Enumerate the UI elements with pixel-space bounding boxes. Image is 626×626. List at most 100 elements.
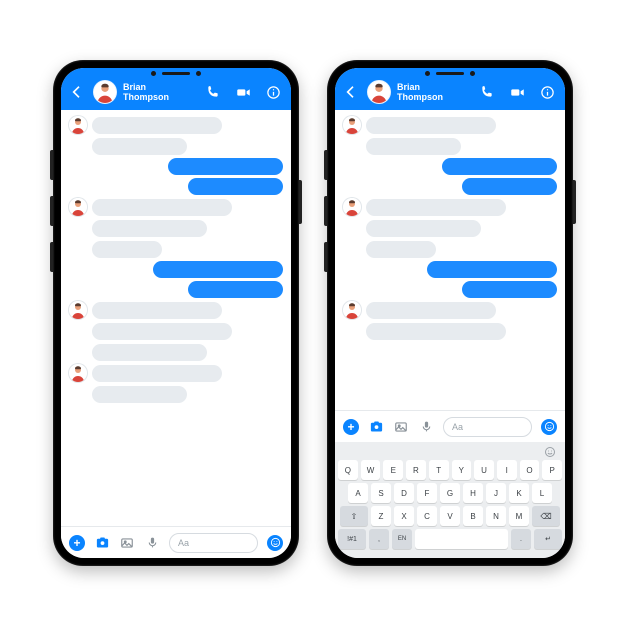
enter-key[interactable]: ↵ xyxy=(534,529,562,549)
back-button[interactable] xyxy=(67,82,87,102)
key-k[interactable]: K xyxy=(509,483,529,503)
key-t[interactable]: T xyxy=(429,460,449,480)
message-avatar[interactable] xyxy=(343,198,361,216)
message-bubble[interactable] xyxy=(427,261,557,278)
message-avatar[interactable] xyxy=(69,116,87,134)
contact-last-name: Thompson xyxy=(123,93,196,102)
key-v[interactable]: V xyxy=(440,506,460,526)
message-bubble[interactable] xyxy=(366,199,506,216)
message-bubble[interactable] xyxy=(366,323,506,340)
add-button[interactable]: + xyxy=(343,419,359,435)
key-r[interactable]: R xyxy=(406,460,426,480)
message-bubble[interactable] xyxy=(168,158,283,175)
message-input[interactable]: Aa xyxy=(443,417,532,437)
message-bubble[interactable] xyxy=(92,386,187,403)
key-j[interactable]: J xyxy=(486,483,506,503)
key-b[interactable]: B xyxy=(463,506,483,526)
contact-avatar[interactable] xyxy=(368,81,390,103)
message-bubble[interactable] xyxy=(366,117,496,134)
key-g[interactable]: G xyxy=(440,483,460,503)
key-a[interactable]: A xyxy=(348,483,368,503)
key-u[interactable]: U xyxy=(474,460,494,480)
shift-key[interactable]: ⇧ xyxy=(340,506,368,526)
chat-thread[interactable] xyxy=(61,110,291,526)
space-key[interactable] xyxy=(415,529,508,549)
key-m[interactable]: M xyxy=(509,506,529,526)
incoming-message-row xyxy=(343,137,557,155)
message-avatar[interactable] xyxy=(69,301,87,319)
emoji-button[interactable] xyxy=(541,419,557,435)
message-bubble[interactable] xyxy=(92,117,222,134)
contact-first-name: Brian xyxy=(397,83,470,92)
info-button[interactable] xyxy=(537,82,557,102)
message-bubble[interactable] xyxy=(366,138,461,155)
info-button[interactable] xyxy=(263,82,283,102)
key-p[interactable]: P xyxy=(542,460,562,480)
key-o[interactable]: O xyxy=(520,460,540,480)
sensor-cluster xyxy=(151,71,201,76)
arrow-left-icon xyxy=(69,84,85,100)
message-bubble[interactable] xyxy=(92,138,187,155)
key-s[interactable]: S xyxy=(371,483,391,503)
message-bubble[interactable] xyxy=(92,241,162,258)
message-bubble[interactable] xyxy=(92,199,232,216)
message-bubble[interactable] xyxy=(92,323,232,340)
message-avatar[interactable] xyxy=(69,364,87,382)
voice-message-button[interactable] xyxy=(144,535,160,551)
video-call-button[interactable] xyxy=(233,82,253,102)
message-bubble[interactable] xyxy=(366,241,436,258)
message-bubble[interactable] xyxy=(188,178,283,195)
message-bubble[interactable] xyxy=(366,302,496,319)
message-bubble[interactable] xyxy=(92,365,222,382)
message-avatar[interactable] xyxy=(343,301,361,319)
key-f[interactable]: F xyxy=(417,483,437,503)
language-key[interactable]: EN xyxy=(392,529,412,549)
key-n[interactable]: N xyxy=(486,506,506,526)
message-bubble[interactable] xyxy=(442,158,557,175)
message-bubble[interactable] xyxy=(92,344,207,361)
message-avatar[interactable] xyxy=(343,116,361,134)
video-call-button[interactable] xyxy=(507,82,527,102)
message-bubble[interactable] xyxy=(462,281,557,298)
backspace-key[interactable]: ⌫ xyxy=(532,506,560,526)
key-y[interactable]: Y xyxy=(452,460,472,480)
camera-button[interactable] xyxy=(94,535,110,551)
key-c[interactable]: C xyxy=(417,506,437,526)
emoji-button[interactable] xyxy=(267,535,283,551)
camera-button[interactable] xyxy=(368,419,384,435)
key-i[interactable]: I xyxy=(497,460,517,480)
contact-name[interactable]: Brian Thompson xyxy=(397,83,470,102)
voice-message-button[interactable] xyxy=(418,419,434,435)
message-bubble[interactable] xyxy=(188,281,283,298)
voice-call-button[interactable] xyxy=(477,82,497,102)
key-x[interactable]: X xyxy=(394,506,414,526)
camera-icon xyxy=(369,419,384,434)
gallery-button[interactable] xyxy=(393,419,409,435)
key-q[interactable]: Q xyxy=(338,460,358,480)
key-l[interactable]: L xyxy=(532,483,552,503)
smile-outline-icon[interactable] xyxy=(544,446,556,458)
message-bubble[interactable] xyxy=(92,220,207,237)
message-bubble[interactable] xyxy=(366,220,481,237)
add-button[interactable]: + xyxy=(69,535,85,551)
key-z[interactable]: Z xyxy=(371,506,391,526)
message-avatar[interactable] xyxy=(69,198,87,216)
symbols-key[interactable]: !#1 xyxy=(338,529,366,549)
comma-key[interactable]: , xyxy=(369,529,389,549)
message-input[interactable]: Aa xyxy=(169,533,258,553)
period-key[interactable]: . xyxy=(511,529,531,549)
key-w[interactable]: W xyxy=(361,460,381,480)
contact-name[interactable]: Brian Thompson xyxy=(123,83,196,102)
info-icon xyxy=(266,85,281,100)
voice-call-button[interactable] xyxy=(203,82,223,102)
key-h[interactable]: H xyxy=(463,483,483,503)
message-bubble[interactable] xyxy=(462,178,557,195)
back-button[interactable] xyxy=(341,82,361,102)
chat-thread[interactable] xyxy=(335,110,565,410)
key-e[interactable]: E xyxy=(383,460,403,480)
message-bubble[interactable] xyxy=(92,302,222,319)
gallery-button[interactable] xyxy=(119,535,135,551)
message-bubble[interactable] xyxy=(153,261,283,278)
key-d[interactable]: D xyxy=(394,483,414,503)
contact-avatar[interactable] xyxy=(94,81,116,103)
